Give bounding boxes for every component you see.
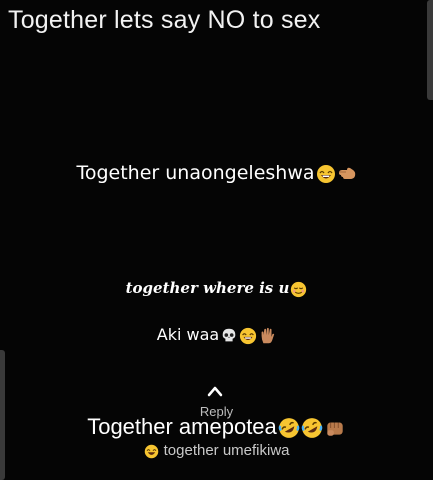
laughing-emoji-icon xyxy=(316,164,336,184)
raised-hand-icon xyxy=(258,327,276,345)
backhand-point-left-icon xyxy=(337,164,357,184)
relieved-emoji-icon xyxy=(290,281,307,298)
message-aki-waa: Aki waa xyxy=(0,325,433,345)
reply-preview-text: together umefikiwa xyxy=(163,442,290,459)
laughing-emoji-icon xyxy=(144,444,159,459)
laughing-emoji-icon xyxy=(239,327,257,345)
fist-icon xyxy=(324,417,346,439)
message-unaongeleshwa: Together unaongeleshwa xyxy=(0,162,433,184)
reply-preview: together umefikiwa xyxy=(0,442,433,459)
message-text: Together amepotea xyxy=(87,414,277,439)
rolling-laugh-icon xyxy=(301,417,323,439)
chevron-up-icon[interactable] xyxy=(206,382,224,397)
message-text: Aki waa xyxy=(156,325,220,344)
message-where-is-u: together where is u xyxy=(0,279,433,298)
message-text: Together unaongeleshwa xyxy=(76,162,315,184)
message-amepotea: Together amepotea xyxy=(0,414,433,440)
skull-icon xyxy=(220,327,238,345)
message-text: together where is u xyxy=(125,279,290,297)
rolling-laugh-icon xyxy=(278,417,300,439)
header-text: Together lets say NO to sex xyxy=(8,6,321,34)
